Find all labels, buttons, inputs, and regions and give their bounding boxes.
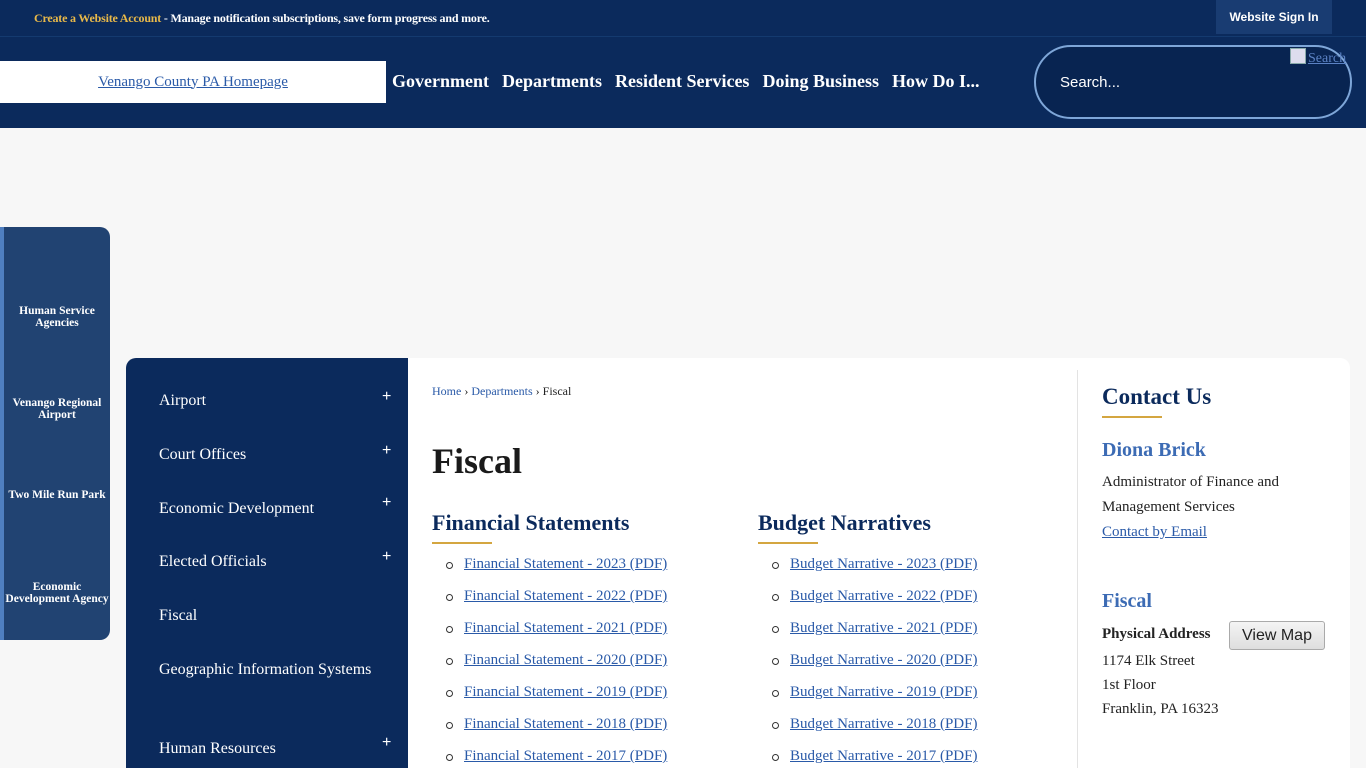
search-placeholder: Search... bbox=[1060, 74, 1121, 91]
pdf-link[interactable]: Budget Narrative - 2021 (PDF) bbox=[790, 620, 977, 636]
nav-government[interactable]: Government bbox=[392, 71, 489, 92]
pdf-link[interactable]: Financial Statement - 2023 (PDF) bbox=[464, 556, 667, 572]
expand-icon[interactable]: + bbox=[382, 442, 391, 460]
view-map-button[interactable]: View Map bbox=[1229, 621, 1325, 650]
subnav-item-court-offices[interactable]: Court Offices bbox=[159, 442, 399, 467]
pdf-link[interactable]: Budget Narrative - 2020 (PDF) bbox=[790, 652, 977, 668]
list-item: Budget Narrative - 2020 (PDF) bbox=[758, 652, 977, 684]
page-title: Fiscal bbox=[432, 441, 522, 481]
list-item: Budget Narrative - 2019 (PDF) bbox=[758, 684, 977, 716]
subnav-item-fiscal[interactable]: Fiscal bbox=[159, 603, 399, 628]
expand-icon[interactable]: + bbox=[382, 548, 391, 566]
create-account-link[interactable]: Create a Website Account bbox=[34, 11, 161, 25]
expand-icon[interactable]: + bbox=[382, 388, 391, 406]
nav-departments[interactable]: Departments bbox=[502, 71, 602, 92]
quick-links: Human Service Agencies Venango Regional … bbox=[0, 227, 110, 640]
sign-in-button[interactable]: Website Sign In bbox=[1216, 0, 1332, 34]
list-item: Financial Statement - 2020 (PDF) bbox=[432, 652, 667, 684]
contact-email-link[interactable]: Contact by Email bbox=[1102, 524, 1207, 541]
list-item: Budget Narrative - 2023 (PDF) bbox=[758, 556, 977, 588]
section-heading: Financial Statements bbox=[432, 510, 630, 535]
contact-name: Diona Brick bbox=[1102, 439, 1206, 461]
breadcrumb-separator: › bbox=[535, 384, 540, 398]
breadcrumb-current: Fiscal bbox=[542, 384, 572, 398]
contact-department: Fiscal bbox=[1102, 590, 1152, 612]
list-item: Financial Statement - 2019 (PDF) bbox=[432, 684, 667, 716]
heading-underline bbox=[1102, 416, 1162, 418]
list-item: Budget Narrative - 2021 (PDF) bbox=[758, 620, 977, 652]
quick-link-airport[interactable]: Venango Regional Airport bbox=[4, 397, 110, 421]
breadcrumb-home[interactable]: Home bbox=[432, 384, 461, 398]
contact-heading: Contact Us bbox=[1102, 384, 1212, 409]
account-description: - Manage notification subscriptions, sav… bbox=[161, 11, 490, 25]
subnav-item-human-resources[interactable]: Human Resources bbox=[159, 736, 399, 761]
subnav-item-airport[interactable]: Airport bbox=[159, 388, 399, 413]
list-item: Financial Statement - 2022 (PDF) bbox=[432, 588, 667, 620]
site-logo-link[interactable]: Venango County PA Homepage bbox=[98, 74, 288, 91]
list-item: Financial Statement - 2017 (PDF) bbox=[432, 748, 667, 768]
address-line: 1st Floor bbox=[1102, 677, 1156, 693]
breadcrumb-separator: › bbox=[464, 384, 469, 398]
section-heading: Budget Narratives bbox=[758, 510, 931, 535]
heading-underline bbox=[432, 542, 492, 544]
subnav-item-economic-development[interactable]: Economic Development bbox=[159, 496, 399, 521]
list-item: Budget Narrative - 2017 (PDF) bbox=[758, 748, 977, 768]
list-item: Financial Statement - 2023 (PDF) bbox=[432, 556, 667, 588]
breadcrumb: Home › Departments › Fiscal bbox=[432, 384, 571, 399]
subnav-item-elected-officials[interactable]: Elected Officials bbox=[159, 549, 399, 574]
physical-address: 1174 Elk Street 1st Floor Franklin, PA 1… bbox=[1102, 649, 1219, 721]
nav-doing-business[interactable]: Doing Business bbox=[762, 71, 879, 92]
pdf-link[interactable]: Budget Narrative - 2022 (PDF) bbox=[790, 588, 977, 604]
financial-statements-section: Financial Statements Financial Statement… bbox=[432, 510, 667, 768]
pdf-link[interactable]: Budget Narrative - 2019 (PDF) bbox=[790, 684, 977, 700]
main-panel: Airport + Court Offices + Economic Devel… bbox=[126, 358, 1350, 768]
quick-link-human-services[interactable]: Human Service Agencies bbox=[4, 305, 110, 329]
quick-link-two-mile-run[interactable]: Two Mile Run Park bbox=[4, 489, 110, 501]
column-divider bbox=[1077, 370, 1078, 768]
pdf-link[interactable]: Budget Narrative - 2018 (PDF) bbox=[790, 716, 977, 732]
pdf-link[interactable]: Financial Statement - 2018 (PDF) bbox=[464, 716, 667, 732]
pdf-link[interactable]: Budget Narrative - 2017 (PDF) bbox=[790, 748, 977, 764]
pdf-link[interactable]: Budget Narrative - 2023 (PDF) bbox=[790, 556, 977, 572]
main-nav: Government Departments Resident Services… bbox=[392, 71, 993, 92]
budget-narratives-section: Budget Narratives Budget Narrative - 202… bbox=[758, 510, 977, 768]
logo-container: Venango County PA Homepage bbox=[0, 61, 386, 103]
address-line: 1174 Elk Street bbox=[1102, 653, 1195, 669]
department-subnav: Airport + Court Offices + Economic Devel… bbox=[126, 358, 408, 768]
address-label: Physical Address bbox=[1102, 626, 1211, 642]
financial-statements-list: Financial Statement - 2023 (PDF) Financi… bbox=[432, 556, 667, 768]
subnav-item-gis[interactable]: Geographic Information Systems bbox=[159, 657, 399, 682]
nav-how-do-i[interactable]: How Do I... bbox=[892, 71, 980, 92]
list-item: Budget Narrative - 2022 (PDF) bbox=[758, 588, 977, 620]
list-item: Financial Statement - 2018 (PDF) bbox=[432, 716, 667, 748]
breadcrumb-departments[interactable]: Departments bbox=[471, 384, 532, 398]
search-icon[interactable]: Search bbox=[1290, 48, 1346, 67]
account-message: Create a Website Account - Manage notifi… bbox=[34, 11, 490, 26]
address-line: Franklin, PA 16323 bbox=[1102, 701, 1219, 717]
top-utility-bar: Create a Website Account - Manage notifi… bbox=[0, 0, 1366, 36]
contact-role: Administrator of Finance and Management … bbox=[1102, 474, 1280, 515]
pdf-link[interactable]: Financial Statement - 2017 (PDF) bbox=[464, 748, 667, 764]
budget-narratives-list: Budget Narrative - 2023 (PDF) Budget Nar… bbox=[758, 556, 977, 768]
nav-resident-services[interactable]: Resident Services bbox=[615, 71, 749, 92]
pdf-link[interactable]: Financial Statement - 2019 (PDF) bbox=[464, 684, 667, 700]
list-item: Financial Statement - 2021 (PDF) bbox=[432, 620, 667, 652]
heading-underline bbox=[758, 542, 818, 544]
pdf-link[interactable]: Financial Statement - 2021 (PDF) bbox=[464, 620, 667, 636]
expand-icon[interactable]: + bbox=[382, 734, 391, 752]
site-header: Venango County PA Homepage Government De… bbox=[0, 36, 1366, 128]
pdf-link[interactable]: Financial Statement - 2022 (PDF) bbox=[464, 588, 667, 604]
list-item: Budget Narrative - 2018 (PDF) bbox=[758, 716, 977, 748]
expand-icon[interactable]: + bbox=[382, 494, 391, 512]
pdf-link[interactable]: Financial Statement - 2020 (PDF) bbox=[464, 652, 667, 668]
quick-link-economic-development[interactable]: Economic Development Agency bbox=[4, 581, 110, 605]
search-input[interactable]: Search... Search bbox=[1034, 45, 1352, 119]
